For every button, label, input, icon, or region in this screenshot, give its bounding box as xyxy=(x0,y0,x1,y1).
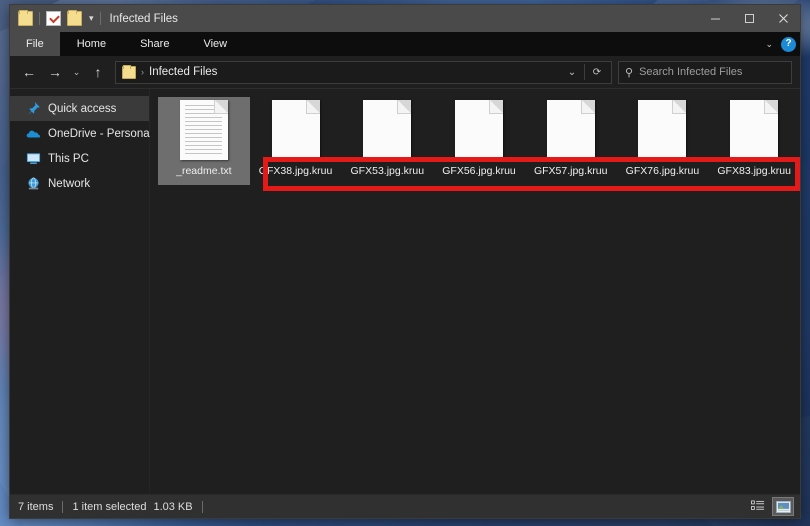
blank-file-icon xyxy=(363,100,412,160)
address-bar[interactable]: › Infected Files ⌄ ⟳ xyxy=(115,60,612,84)
toolbar-divider xyxy=(39,12,40,25)
window-controls xyxy=(698,5,800,32)
address-bar-actions: ⌄ ⟳ xyxy=(562,62,607,83)
page-fold-icon xyxy=(305,100,320,114)
search-icon: ⚲ xyxy=(625,66,634,79)
item-count-label: 7 items xyxy=(18,500,54,513)
address-bar-row: ← → ⌄ ↑ › Infected Files ⌄ ⟳ ⚲ Search In… xyxy=(10,56,800,88)
page-fold-icon xyxy=(213,100,228,114)
page-fold-icon xyxy=(672,100,687,114)
blank-file-icon xyxy=(455,100,504,160)
chevron-down-icon[interactable]: ▾ xyxy=(89,14,94,23)
file-name-label: GFX56.jpg.kruu xyxy=(442,165,516,177)
minimize-button[interactable] xyxy=(698,5,732,32)
window-title: Infected Files xyxy=(109,12,178,25)
file-item[interactable]: GFX56.jpg.kruu xyxy=(433,97,525,185)
details-view-icon xyxy=(750,500,764,510)
ribbon-actions: ⌄ ? xyxy=(765,32,796,56)
blank-file-icon xyxy=(546,100,595,160)
status-bar: 7 items 1 item selected 1.03 KB xyxy=(10,494,800,518)
tab-file[interactable]: File xyxy=(10,32,60,56)
folder-icon xyxy=(122,64,136,79)
history-dropdown-icon[interactable]: ⌄ xyxy=(562,62,582,83)
title-bar: ▾ Infected Files xyxy=(10,5,800,32)
sidebar-item-this-pc[interactable]: This PC xyxy=(10,146,149,171)
tab-home[interactable]: Home xyxy=(60,32,123,56)
breadcrumb-separator: › xyxy=(141,67,144,77)
view-toggle-group xyxy=(747,497,794,516)
sidebar-item-label: This PC xyxy=(48,152,89,165)
ribbon-tab-strip: File Home Share View ⌄ ? xyxy=(10,32,800,56)
close-button[interactable] xyxy=(766,5,800,32)
blank-file-icon xyxy=(271,100,320,160)
file-name-label: GFX38.jpg.kruu xyxy=(258,165,333,177)
sidebar-item-label: OneDrive - Personal xyxy=(48,127,153,140)
folder-icon[interactable] xyxy=(18,10,33,26)
pin-icon xyxy=(26,101,41,116)
file-item[interactable]: GFX76.jpg.kruu xyxy=(617,97,709,185)
details-view-button[interactable] xyxy=(747,497,769,516)
minimize-icon xyxy=(710,18,720,20)
sidebar-item-quick-access[interactable]: Quick access xyxy=(10,96,149,121)
maximize-button[interactable] xyxy=(732,5,766,32)
page-fold-icon xyxy=(580,100,595,114)
refresh-icon[interactable]: ⟳ xyxy=(587,62,607,83)
desktop-wallpaper: ▾ Infected Files File Home Share View ⌄ … xyxy=(0,0,810,526)
file-name-label: _readme.txt xyxy=(176,165,232,177)
blank-file-icon xyxy=(730,100,779,160)
tab-view[interactable]: View xyxy=(186,32,244,56)
file-list-view[interactable]: _readme.txt GFX38.jpg.kruu GFX53.jpg.kru… xyxy=(150,89,800,494)
blank-file-icon xyxy=(638,100,687,160)
monitor-icon xyxy=(26,151,41,166)
file-item[interactable]: GFX83.jpg.kruu xyxy=(708,97,800,185)
cloud-icon xyxy=(26,126,41,141)
close-icon xyxy=(778,14,788,23)
file-item[interactable]: _readme.txt xyxy=(158,97,250,185)
page-fold-icon xyxy=(397,100,412,114)
file-item[interactable]: GFX57.jpg.kruu xyxy=(525,97,617,185)
page-fold-icon xyxy=(489,100,504,114)
file-name-label: GFX57.jpg.kruu xyxy=(533,165,608,177)
file-name-label: GFX83.jpg.kruu xyxy=(717,165,791,177)
maximize-icon xyxy=(744,14,754,23)
file-explorer-window: ▾ Infected Files File Home Share View ⌄ … xyxy=(10,5,800,518)
selection-label: 1 item selected xyxy=(72,500,147,513)
up-button[interactable]: ↑ xyxy=(85,59,111,85)
large-icons-view-icon xyxy=(775,500,791,513)
sidebar-item-onedrive[interactable]: OneDrive - Personal xyxy=(10,121,153,146)
file-name-label: GFX76.jpg.kruu xyxy=(625,165,700,177)
network-icon xyxy=(26,176,41,191)
toolbar-divider xyxy=(99,12,101,25)
new-folder-icon[interactable] xyxy=(67,10,82,26)
text-file-icon xyxy=(179,100,228,160)
back-button[interactable]: ← xyxy=(16,59,42,85)
status-divider xyxy=(62,500,64,513)
navigation-pane: Quick access OneDrive - Personal This PC… xyxy=(10,89,153,494)
file-item[interactable]: GFX38.jpg.kruu xyxy=(250,97,342,185)
breadcrumb[interactable]: Infected Files xyxy=(149,66,217,78)
help-icon[interactable]: ? xyxy=(781,36,796,52)
explorer-body: Quick access OneDrive - Personal This PC… xyxy=(10,88,800,494)
sidebar-item-network[interactable]: Network xyxy=(10,171,149,196)
search-input[interactable]: Search Infected Files xyxy=(639,66,742,78)
file-tile-grid: _readme.txt GFX38.jpg.kruu GFX53.jpg.kru… xyxy=(158,97,800,185)
file-name-label: GFX53.jpg.kruu xyxy=(350,165,425,177)
large-icons-view-button[interactable] xyxy=(772,497,794,516)
quick-access-toolbar: ▾ xyxy=(10,10,101,26)
sidebar-item-label: Quick access xyxy=(48,102,117,115)
sidebar-item-label: Network xyxy=(48,177,91,190)
page-fold-icon xyxy=(764,100,779,114)
file-item[interactable]: GFX53.jpg.kruu xyxy=(341,97,433,185)
tab-share[interactable]: Share xyxy=(123,32,186,56)
recent-locations-button[interactable]: ⌄ xyxy=(68,59,85,85)
forward-button[interactable]: → xyxy=(42,59,68,85)
chevron-down-icon[interactable]: ⌄ xyxy=(765,39,773,50)
status-divider xyxy=(201,500,203,513)
search-box[interactable]: ⚲ Search Infected Files xyxy=(618,60,792,84)
selection-size-label: 1.03 KB xyxy=(153,500,193,513)
properties-icon[interactable] xyxy=(46,11,61,26)
address-divider xyxy=(584,64,585,80)
